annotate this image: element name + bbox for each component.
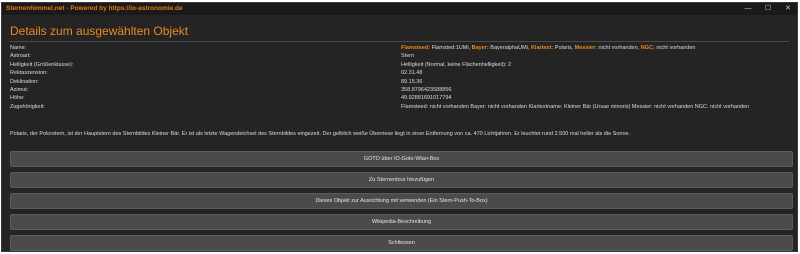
property-row-deklination: Deklination: 89.15.36 [10,78,789,86]
property-value: 89.15.36 [401,78,423,85]
messier-value: nicht vorhanden, [598,45,640,51]
window-controls: — ☐ ✕ [743,3,793,15]
minimize-icon[interactable]: — [743,3,753,15]
property-value: Flamsteed: nicht vorhanden Bayer: nicht … [401,103,750,110]
property-row-hoehe: Höhe: 49.92881691017794 [10,94,789,102]
maximize-icon[interactable]: ☐ [763,3,773,15]
property-value: 02.31.48 [401,70,423,77]
details-window: Sternenhimmel.net - Powered by https://i… [1,2,798,252]
goto-button[interactable]: GOTO über IO-Goto-Wlan-Box [10,151,793,167]
property-label: Zugehörigkeit: [10,103,45,110]
property-value: Stern [401,53,415,60]
property-value: 49.92881691017794 [401,95,452,102]
property-row-azimut: Azimut: 358.8796423588856 [10,86,789,94]
property-row-rektaszension: Rektaszension: 02.31.48 [10,69,789,77]
property-value: Helligkeit (Normal, keine Flächenhelligk… [401,61,512,68]
heading-divider [10,41,789,42]
property-list: Name: Flamsteed: Flamsted:1UMi, Bayer: B… [10,44,789,111]
ngc-value: nicht vorhanden [656,45,696,51]
title-bar: Sternenhimmel.net - Powered by https://i… [2,3,797,15]
property-value: 358.8796423588856 [401,86,452,93]
property-row-zugehoerigkeit: Zugehörigkeit: Flamsteed: nicht vorhande… [10,103,789,111]
messier-label: Messier: [574,45,597,51]
property-label: Deklination: [10,78,39,85]
property-row-helligkeit: Helligkeit (Größenklasse): Helligkeit (N… [10,61,789,69]
property-label: Höhe: [10,95,25,102]
property-label: Helligkeit (Größenklasse): [10,61,74,68]
wikipedia-button[interactable]: Wikipedia-Beschreibung [10,214,793,230]
property-row-astroart: Astroart: Stern [10,52,789,60]
close-icon[interactable]: ✕ [783,3,793,15]
property-label: Name: [10,45,27,51]
ngc-label: NGC: [640,45,655,51]
flamsteed-value: Flamsted:1UMi, [431,45,471,51]
page-title: Details zum ausgewählten Objekt [10,24,189,38]
klartext-value: Polaris, [554,45,574,51]
property-row-name: Name: Flamsteed: Flamsted:1UMi, Bayer: B… [10,44,789,52]
property-label: Astroart: [10,53,31,60]
klartext-label: Klartext: [530,45,554,51]
name-value: Flamsteed: Flamsted:1UMi, Bayer: Bayeral… [401,44,695,52]
property-label: Rektaszension: [10,70,48,77]
flamsteed-label: Flamsteed: [401,45,431,51]
add-to-tour-button[interactable]: Zu Sternentour hinzufügen [10,172,793,188]
window-title: Sternenhimmel.net - Powered by https://i… [6,5,183,12]
close-button[interactable]: Schliessen [10,235,793,251]
bayer-value: BayeralphaUMi, [490,45,530,51]
use-for-alignment-button[interactable]: Dieses Objekt zur Ausrichtung mit verwen… [10,193,793,209]
bayer-label: Bayer: [471,45,489,51]
object-description: Polaris, der Polorstern, ist der Hauptst… [10,131,631,137]
property-label: Azimut: [10,86,29,93]
